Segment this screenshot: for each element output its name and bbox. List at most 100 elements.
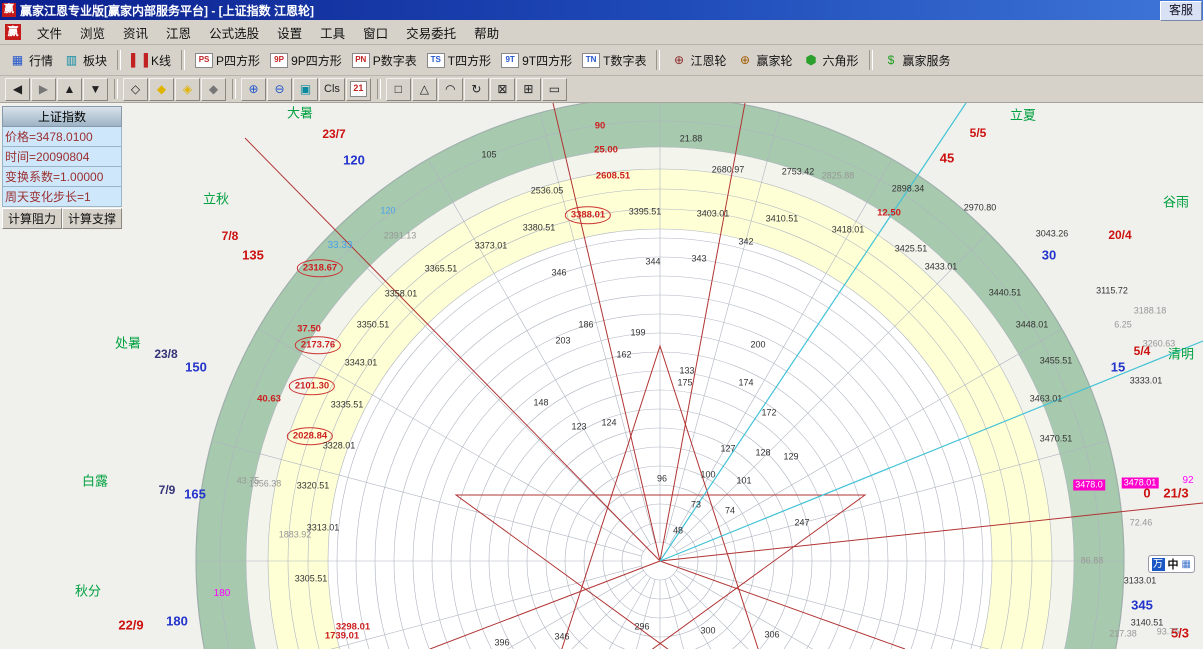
calendar-icon: 21: [350, 81, 367, 97]
toolbar-label: 六角形: [823, 52, 859, 69]
menu-item-文件[interactable]: 文件: [28, 20, 71, 45]
menu-item-窗口[interactable]: 窗口: [354, 20, 397, 45]
ime-toolbar[interactable]: 万中▦: [1148, 555, 1195, 573]
toolbar-p-square[interactable]: PSP四方形: [190, 49, 265, 72]
toolbar-label: K线: [151, 52, 171, 69]
zoom-out-icon: ⊖: [274, 82, 284, 96]
draw-box-x-icon: ⊠: [497, 82, 507, 96]
draw-triangle-button[interactable]: △: [412, 78, 437, 101]
ime-mode-icon[interactable]: 万: [1152, 558, 1165, 571]
clear-button[interactable]: Cls: [319, 78, 345, 101]
toolbar-label: 9T四方形: [522, 52, 572, 69]
draw-arc-button[interactable]: ◠: [438, 78, 463, 101]
toolbar-separator: [181, 50, 185, 70]
toolbar-gann-wheel[interactable]: ⊕江恩轮: [665, 49, 731, 72]
toolbar-separator: [656, 50, 660, 70]
draw-triangle-icon: △: [420, 82, 429, 96]
toolbar-quote-grid[interactable]: ▦行情: [4, 49, 58, 72]
sectors-icon: ▥: [63, 53, 80, 68]
toolbar-t-table[interactable]: TNT数字表: [577, 49, 651, 72]
toolbar-sectors[interactable]: ▥板块: [58, 49, 112, 72]
menu-item-工具[interactable]: 工具: [311, 20, 354, 45]
toolbar-hexagon[interactable]: 六角形: [798, 49, 864, 72]
button-计算支撑[interactable]: 计算支撑: [62, 208, 122, 229]
t-table-icon: TN: [582, 53, 600, 68]
kline-icon: ▌▐: [131, 53, 148, 68]
main-toolbar: ▦行情▥板块▌▐K线PSP四方形9P9P四方形PNP数字表TST四方形9T9T四…: [0, 45, 1203, 76]
info-row: 周天变化步长=1: [2, 187, 122, 207]
toolbar-label: P四方形: [216, 52, 260, 69]
toolbar-label: 行情: [29, 52, 53, 69]
nav-forward-icon: ▶: [39, 82, 48, 96]
toolbar-winner-wheel[interactable]: ⊕赢家轮: [731, 49, 797, 72]
quote-grid-icon: ▦: [9, 53, 26, 68]
menu-item-公式选股[interactable]: 公式选股: [200, 20, 268, 45]
hexagon-icon: [803, 53, 820, 68]
chart-area: 大暑23/7120立夏5/545立秋7/8135谷雨20/430处暑23/815…: [0, 103, 1203, 649]
diamond-outline-icon: ◇: [131, 82, 140, 96]
menubar: 赢 文件浏览资讯江恩公式选股设置工具窗口交易委托帮助: [0, 20, 1203, 45]
diamond-grey-icon: ◆: [209, 82, 218, 96]
nav-back-button[interactable]: ◀: [5, 78, 30, 101]
zoom-out-button[interactable]: ⊖: [267, 78, 292, 101]
info-panel: 上证指数 价格=3478.0100时间=20090804变换系数=1.00000…: [2, 106, 122, 229]
menu-item-江恩[interactable]: 江恩: [157, 20, 200, 45]
diamond-yellow-icon: ◆: [157, 82, 166, 96]
toolbar-separator: [114, 79, 118, 99]
draw-rect-button[interactable]: □: [386, 78, 411, 101]
ime-lang-toggle[interactable]: 中: [1168, 556, 1179, 572]
button-计算阻力[interactable]: 计算阻力: [2, 208, 62, 229]
toolbar-t-square[interactable]: TST四方形: [422, 49, 496, 72]
toolbar-winner-service[interactable]: $赢家服务: [878, 49, 956, 72]
display-button[interactable]: ▭: [542, 78, 567, 101]
info-row: 时间=20090804: [2, 147, 122, 167]
p-table-icon: PN: [352, 53, 370, 68]
toolbar-separator: [377, 79, 381, 99]
zoom-in-button[interactable]: ⊕: [241, 78, 266, 101]
zoom-in-icon: ⊕: [248, 82, 258, 96]
menu-item-交易委托[interactable]: 交易委托: [397, 20, 465, 45]
toolbar-label: T数字表: [603, 52, 646, 69]
toolbar-label: P数字表: [373, 52, 417, 69]
toolbar-9t-square[interactable]: 9T9T四方形: [496, 49, 577, 72]
winner-wheel-icon: ⊕: [736, 53, 753, 68]
menu-item-资讯[interactable]: 资讯: [114, 20, 157, 45]
display-icon: ▭: [549, 82, 560, 96]
diamond-outline-button[interactable]: ◇: [123, 78, 148, 101]
toolbar-label: 赢家服务: [903, 52, 951, 69]
app-logo-icon: 赢: [2, 3, 16, 17]
toolbar-p-table[interactable]: PNP数字表: [347, 49, 422, 72]
window-title: 赢家江恩专业版[赢家内部服务平台] - [上证指数 江恩轮]: [20, 2, 314, 19]
menu-item-帮助[interactable]: 帮助: [465, 20, 508, 45]
ime-keyboard-icon[interactable]: ▦: [1182, 559, 1191, 570]
draw-box-x-button[interactable]: ⊠: [490, 78, 515, 101]
menu-item-设置[interactable]: 设置: [268, 20, 311, 45]
draw-rotate-button[interactable]: ↻: [464, 78, 489, 101]
gann-wheel-icon: ⊕: [670, 53, 687, 68]
calendar-21-button[interactable]: 21: [346, 78, 371, 101]
toolbar-separator: [232, 79, 236, 99]
menu-items: 文件浏览资讯江恩公式选股设置工具窗口交易委托帮助: [28, 20, 508, 45]
diamond-mixed-button[interactable]: ◈: [175, 78, 200, 101]
toolbar-kline[interactable]: ▌▐K线: [126, 49, 176, 72]
toolbar-9p-square[interactable]: 9P9P四方形: [265, 49, 347, 72]
nav-up-icon: ▲: [64, 82, 76, 96]
toolbar-label: 江恩轮: [690, 52, 726, 69]
filter-button[interactable]: ▼: [83, 78, 108, 101]
draw-rect-icon: □: [395, 82, 402, 96]
nav-back-icon: ◀: [13, 82, 22, 96]
menu-item-浏览[interactable]: 浏览: [71, 20, 114, 45]
customer-service-button[interactable]: 客服: [1160, 1, 1202, 21]
titlebar: 赢 赢家江恩专业版[赢家内部服务平台] - [上证指数 江恩轮] 客服: [0, 0, 1203, 20]
9t-square-icon: 9T: [501, 53, 519, 68]
diamond-grey-button[interactable]: ◆: [201, 78, 226, 101]
diamond-yellow-button[interactable]: ◆: [149, 78, 174, 101]
gann-wheel[interactable]: [0, 103, 1203, 649]
info-row: 变换系数=1.00000: [2, 167, 122, 187]
draw-grid-button[interactable]: ⊞: [516, 78, 541, 101]
9p-square-icon: 9P: [270, 53, 288, 68]
nav-forward-button[interactable]: ▶: [31, 78, 56, 101]
nav-up-button[interactable]: ▲: [57, 78, 82, 101]
winner-service-icon: $: [883, 53, 900, 68]
overlay-squares-button[interactable]: ▣: [293, 78, 318, 101]
